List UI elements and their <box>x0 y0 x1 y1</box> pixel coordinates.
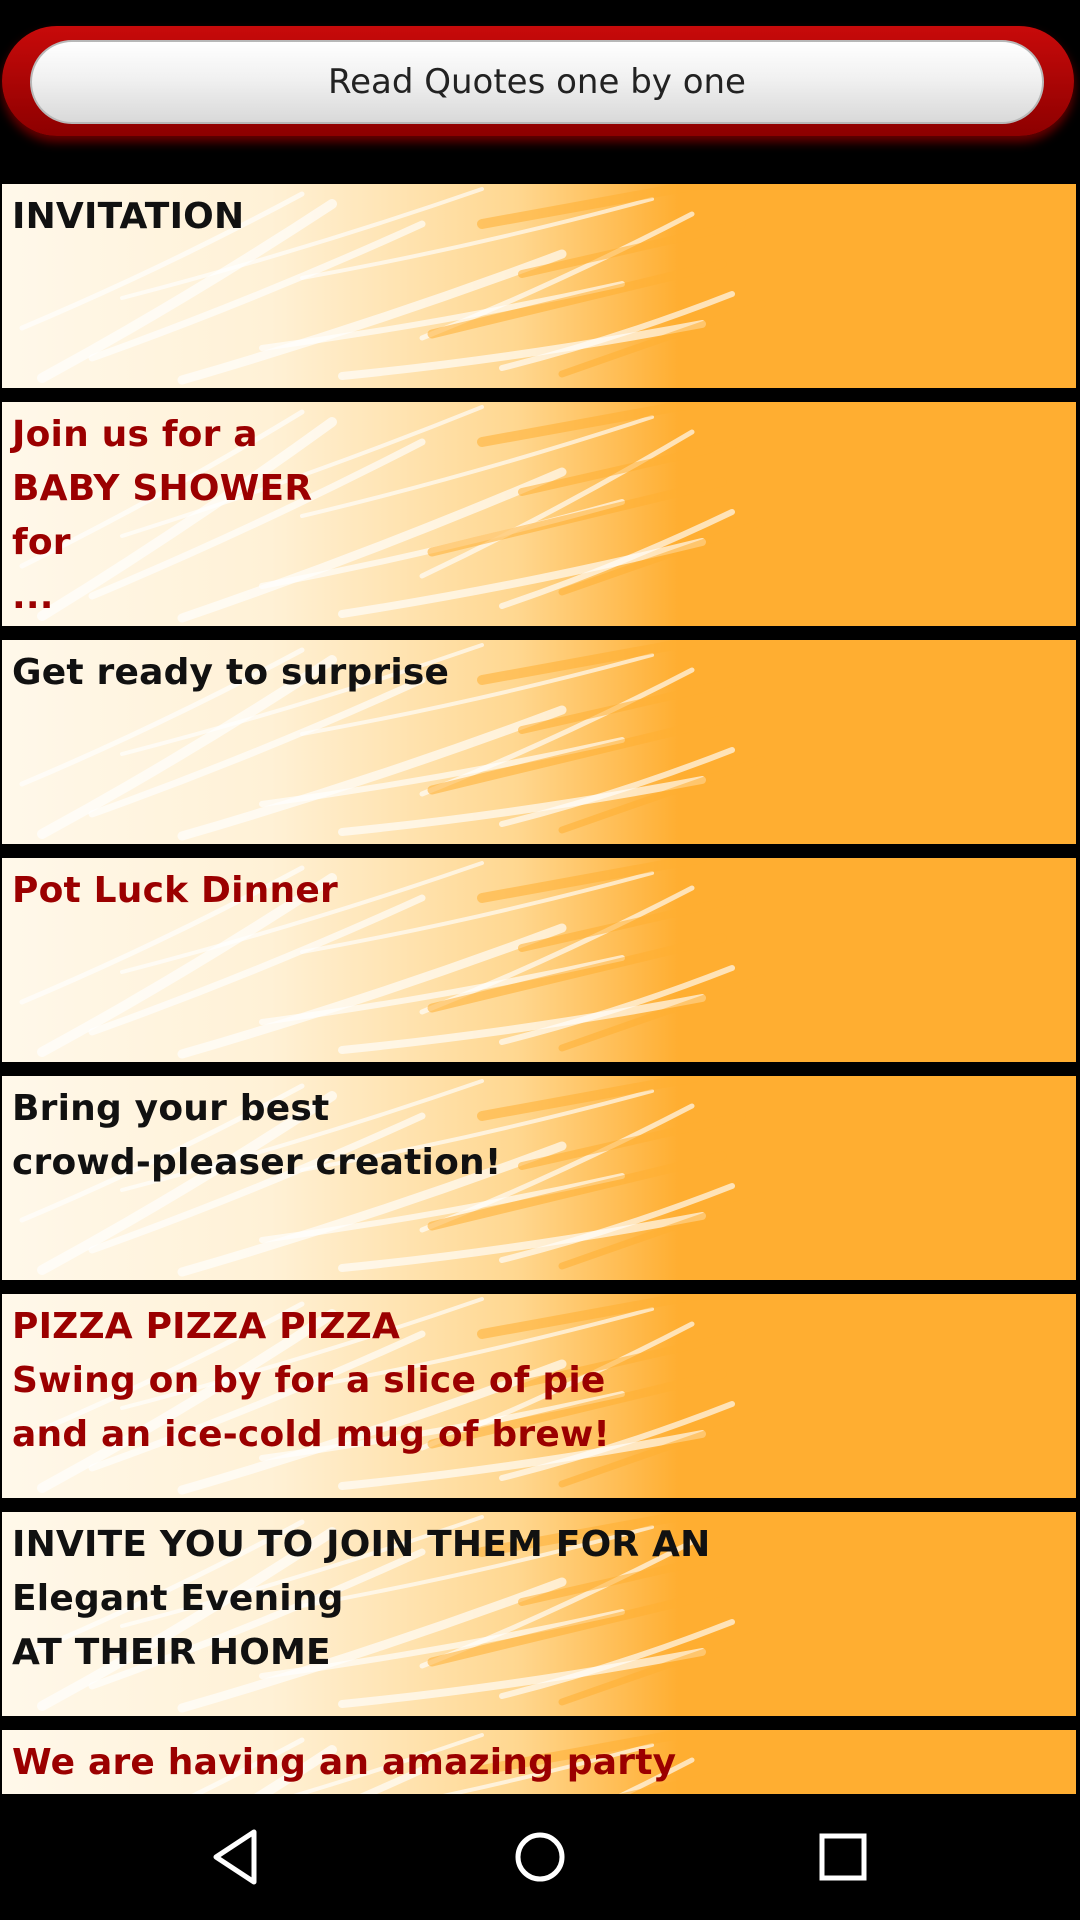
brush-streak <box>427 715 727 795</box>
brush-streak <box>419 667 695 797</box>
brush-streak <box>499 291 735 371</box>
brush-streak <box>300 415 654 518</box>
brush-streak <box>558 974 766 1052</box>
brush-streak <box>558 756 766 834</box>
quote-item[interactable]: We are having an amazing party <box>2 1730 1076 1794</box>
brush-streak <box>477 1076 707 1121</box>
brush-streak <box>419 885 695 1015</box>
brush-streak <box>518 894 746 952</box>
brush-streak <box>259 499 625 589</box>
quote-item[interactable]: PIZZA PIZZA PIZZA Swing on by for a slic… <box>2 1294 1076 1498</box>
brush-streak <box>477 184 707 229</box>
brush-streak <box>518 220 746 278</box>
quote-item[interactable]: Pot Luck Dinner <box>2 858 1076 1062</box>
header-bar: Read Quotes one by one <box>0 0 1080 184</box>
brush-streak <box>558 300 766 378</box>
brush-streak <box>499 509 735 609</box>
brush-streak <box>419 429 695 579</box>
brush-streak <box>88 220 426 362</box>
brush-streak <box>259 955 625 1025</box>
quote-text: We are having an amazing party <box>12 1742 677 1783</box>
brush-streak <box>427 259 727 339</box>
brush-streak <box>338 776 706 836</box>
quote-item[interactable]: Get ready to surprise <box>2 640 1076 844</box>
quote-item[interactable]: INVITATION <box>2 184 1076 388</box>
brush-streak <box>177 249 567 385</box>
brush-streak <box>477 858 707 903</box>
brush-streak <box>499 747 735 827</box>
brush-streak <box>338 320 706 380</box>
brush-streak <box>427 933 727 1013</box>
brush-streak <box>177 923 567 1059</box>
brush-streak <box>338 994 706 1054</box>
brush-streak <box>558 1192 766 1270</box>
quote-item[interactable]: Bring your best crowd-pleaser creation! <box>2 1076 1076 1280</box>
brush-streak <box>338 1212 706 1272</box>
quote-text: INVITE YOU TO JOIN THEM FOR AN Elegant E… <box>12 1524 711 1673</box>
brush-streak <box>300 871 654 954</box>
brush-streak <box>499 965 735 1045</box>
quotes-list[interactable]: INVITATION Join us for a BABY SHOWER for… <box>0 184 1080 1794</box>
brush-streak <box>518 1112 746 1170</box>
home-circle-icon[interactable] <box>505 1822 575 1892</box>
brush-streak <box>477 640 707 685</box>
brush-streak <box>177 705 567 841</box>
brush-streak <box>88 676 426 818</box>
brush-streak <box>427 477 727 557</box>
quote-text: INVITATION <box>12 196 245 237</box>
brush-streak <box>499 1183 735 1263</box>
brush-streak <box>518 438 746 496</box>
system-navigation-bar <box>0 1794 1080 1920</box>
brush-streak <box>477 402 707 447</box>
back-triangle-icon[interactable] <box>202 1822 272 1892</box>
read-quotes-button[interactable]: Read Quotes one by one <box>30 40 1044 124</box>
quote-text: Join us for a BABY SHOWER for ... <box>12 414 313 617</box>
quote-text: PIZZA PIZZA PIZZA Swing on by for a slic… <box>12 1306 611 1455</box>
brush-streak <box>300 197 654 280</box>
brush-streak <box>338 538 706 618</box>
quote-text: Bring your best crowd-pleaser creation! <box>12 1088 502 1183</box>
quote-item[interactable]: Join us for a BABY SHOWER for ... <box>2 402 1076 626</box>
brush-streak <box>419 211 695 341</box>
quote-text: Pot Luck Dinner <box>12 870 338 911</box>
brush-streak <box>259 281 625 351</box>
recents-square-icon[interactable] <box>808 1822 878 1892</box>
brush-streak <box>88 894 426 1036</box>
brush-streak <box>518 676 746 734</box>
brush-streak <box>558 518 766 596</box>
brush-streak <box>259 737 625 807</box>
quote-item[interactable]: INVITE YOU TO JOIN THEM FOR AN Elegant E… <box>2 1512 1076 1716</box>
read-quotes-button-label: Read Quotes one by one <box>328 62 746 102</box>
quote-text: Get ready to surprise <box>12 652 450 693</box>
